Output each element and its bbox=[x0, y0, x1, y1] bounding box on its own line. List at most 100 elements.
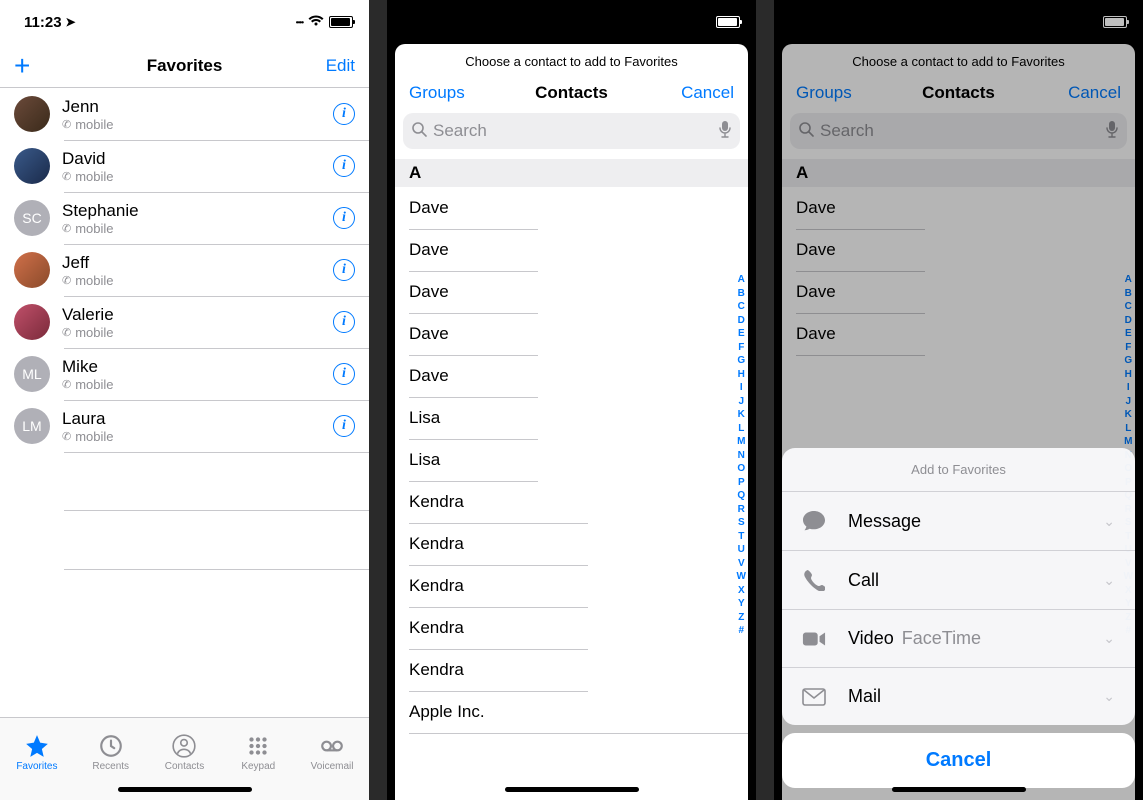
index-letter[interactable]: B bbox=[738, 288, 745, 300]
list-item[interactable]: Jeff✆ mobile i bbox=[0, 244, 369, 296]
index-letter[interactable]: O bbox=[737, 463, 745, 475]
favorite-text: David✆ mobile bbox=[62, 149, 321, 184]
contact-row[interactable]: Lisa bbox=[395, 397, 748, 439]
contact-row[interactable]: Dave bbox=[395, 229, 748, 271]
tab-recents[interactable]: Recents bbox=[74, 718, 148, 780]
index-letter[interactable]: R bbox=[738, 504, 745, 516]
index-letter[interactable]: V bbox=[738, 558, 745, 570]
action-sheet-title: Add to Favorites bbox=[782, 448, 1135, 492]
index-letter[interactable]: Y bbox=[738, 598, 745, 610]
index-letter[interactable]: S bbox=[738, 517, 745, 529]
tab-keypad[interactable]: Keypad bbox=[221, 718, 295, 780]
index-letter[interactable]: W bbox=[737, 571, 746, 583]
search-input[interactable] bbox=[433, 121, 712, 141]
index-letter[interactable]: N bbox=[738, 450, 745, 462]
index-letter[interactable]: Z bbox=[738, 612, 744, 624]
list-item[interactable]: SCStephanie✆ mobilei bbox=[0, 192, 369, 244]
contact-row[interactable]: Dave bbox=[395, 355, 748, 397]
home-indicator[interactable] bbox=[892, 787, 1026, 792]
alphabet-index[interactable]: ABCDEFGHIJKLMNOPQRSTUVWXYZ# bbox=[737, 274, 746, 637]
tab-contacts[interactable]: Contacts bbox=[148, 718, 222, 780]
contact-row[interactable]: Dave bbox=[395, 187, 748, 229]
contact-row[interactable]: Kendra bbox=[395, 649, 748, 691]
favorite-name: David bbox=[62, 149, 321, 169]
index-letter[interactable]: E bbox=[738, 328, 745, 340]
modal-subtitle: Choose a contact to add to Favorites bbox=[395, 44, 748, 75]
wifi-icon bbox=[308, 14, 324, 31]
info-button[interactable]: i bbox=[333, 311, 355, 333]
contact-row[interactable]: Dave bbox=[395, 313, 748, 355]
list-item[interactable]: LMLaura✆ mobilei bbox=[0, 400, 369, 452]
groups-button[interactable]: Groups bbox=[409, 83, 465, 103]
index-letter[interactable]: # bbox=[738, 625, 744, 637]
tab-label: Keypad bbox=[241, 761, 275, 772]
action-label: Message bbox=[848, 511, 921, 532]
index-letter[interactable]: L bbox=[738, 423, 744, 435]
avatar: LM bbox=[14, 408, 50, 444]
action-group: Add to Favorites Message ⌄ Call ⌄ bbox=[782, 448, 1135, 725]
info-button[interactable]: i bbox=[333, 103, 355, 125]
list-item bbox=[64, 511, 369, 570]
list-item[interactable]: Valerie✆ mobilei bbox=[0, 296, 369, 348]
index-letter[interactable]: H bbox=[738, 369, 745, 381]
index-letter[interactable]: M bbox=[737, 436, 745, 448]
index-letter[interactable]: C bbox=[738, 301, 745, 313]
index-letter[interactable]: G bbox=[737, 355, 745, 367]
index-letter[interactable]: T bbox=[738, 531, 744, 543]
action-mail[interactable]: Mail ⌄ bbox=[782, 668, 1135, 725]
info-button[interactable]: i bbox=[333, 259, 355, 281]
action-cancel-button[interactable]: Cancel bbox=[782, 733, 1135, 788]
contact-row[interactable]: Kendra bbox=[395, 523, 748, 565]
tab-voicemail[interactable]: Voicemail bbox=[295, 718, 369, 780]
contact-picker-modal: Choose a contact to add to Favorites Gro… bbox=[395, 44, 748, 800]
favorite-sub: ✆ mobile bbox=[62, 117, 321, 132]
index-letter[interactable]: F bbox=[738, 342, 744, 354]
status-bar: 11:23 ➤ •••• bbox=[0, 0, 369, 44]
contact-row[interactable]: Lisa bbox=[395, 439, 748, 481]
favorite-name: Laura bbox=[62, 409, 321, 429]
index-letter[interactable]: Q bbox=[737, 490, 745, 502]
add-favorite-button[interactable]: + bbox=[14, 52, 30, 80]
contact-row[interactable]: Kendra bbox=[395, 565, 748, 607]
nav-bar: + Favorites Edit bbox=[0, 44, 369, 88]
list-item[interactable]: David✆ mobile i bbox=[0, 140, 369, 192]
avatar: SC bbox=[14, 200, 50, 236]
info-button[interactable]: i bbox=[333, 415, 355, 437]
contact-row[interactable]: Kendra bbox=[395, 481, 748, 523]
index-letter[interactable]: X bbox=[738, 585, 745, 597]
favorite-text: Jeff✆ mobile bbox=[62, 253, 321, 288]
index-letter[interactable]: U bbox=[738, 544, 745, 556]
contact-row[interactable]: Dave bbox=[395, 271, 748, 313]
microphone-icon[interactable] bbox=[718, 120, 732, 143]
tab-label: Voicemail bbox=[311, 761, 354, 772]
home-indicator[interactable] bbox=[505, 787, 639, 792]
cancel-button[interactable]: Cancel bbox=[681, 83, 734, 103]
index-letter[interactable]: K bbox=[738, 409, 745, 421]
index-letter[interactable]: J bbox=[738, 396, 744, 408]
search-field[interactable] bbox=[403, 113, 740, 149]
action-video[interactable]: Video FaceTime ⌄ bbox=[782, 610, 1135, 668]
favorite-name: Jeff bbox=[62, 253, 321, 273]
contact-row[interactable]: Kendra bbox=[395, 607, 748, 649]
home-indicator[interactable] bbox=[118, 787, 252, 792]
edit-button[interactable]: Edit bbox=[326, 56, 355, 76]
info-button[interactable]: i bbox=[333, 155, 355, 177]
info-button[interactable]: i bbox=[333, 207, 355, 229]
index-letter[interactable]: I bbox=[740, 382, 743, 394]
favorite-sub: ✆ mobile bbox=[62, 325, 321, 340]
tab-label: Favorites bbox=[16, 761, 57, 772]
index-letter[interactable]: P bbox=[738, 477, 745, 489]
favorite-sub: ✆ mobile bbox=[62, 221, 321, 236]
action-call[interactable]: Call ⌄ bbox=[782, 551, 1135, 610]
tab-favorites[interactable]: Favorites bbox=[0, 718, 74, 780]
index-letter[interactable]: A bbox=[738, 274, 745, 286]
action-message[interactable]: Message ⌄ bbox=[782, 492, 1135, 551]
tab-label: Recents bbox=[92, 761, 129, 772]
list-item[interactable]: MLMike✆ mobilei bbox=[0, 348, 369, 400]
contact-row[interactable]: Apple Inc. bbox=[395, 691, 748, 733]
signal-icon: •••• bbox=[296, 18, 303, 27]
list-item[interactable]: Jenn✆ mobilei bbox=[0, 88, 369, 140]
index-letter[interactable]: D bbox=[738, 315, 745, 327]
info-button[interactable]: i bbox=[333, 363, 355, 385]
favorites-list: Jenn✆ mobileiDavid✆ mobileiSCStephanie✆ … bbox=[0, 88, 369, 452]
